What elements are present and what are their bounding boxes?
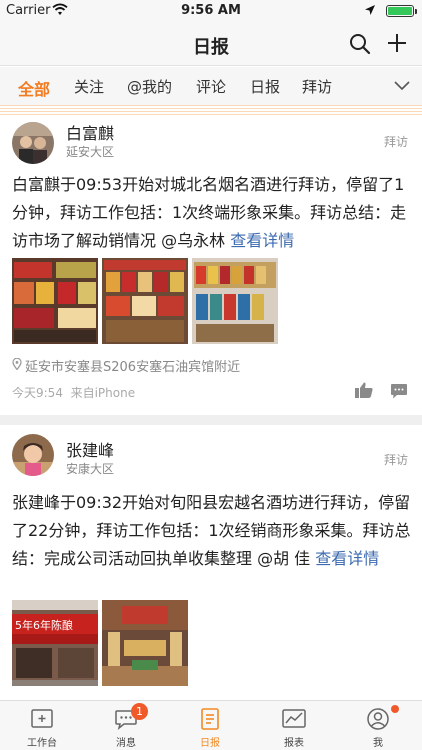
photo-thumbnail[interactable] <box>12 258 98 344</box>
avatar[interactable] <box>12 122 54 164</box>
author-name[interactable]: 张建峰 <box>66 437 114 461</box>
plus-icon[interactable] <box>386 32 408 54</box>
message-badge: 1 <box>131 703 148 720</box>
tab-messages-label: 消息 <box>116 738 136 749</box>
post-text: 张建峰于09:32开始对旬阳县宏越名酒坊进行拜访，停留了22分钟，拜访工作包括：… <box>12 489 412 573</box>
tab-statistics-label: 报表 <box>284 738 304 749</box>
status-time: 9:56 AM <box>181 3 241 18</box>
report-icon <box>201 708 219 730</box>
nav-bar: 日报 <box>0 22 422 66</box>
author-name[interactable]: 白富麒 <box>66 120 114 144</box>
battery-icon <box>386 5 417 17</box>
photo-thumbnail[interactable]: 5年6年陈酿 <box>12 600 98 686</box>
author-region: 延安大区 <box>66 145 115 159</box>
feed-item[interactable]: 张建峰 安康大区 拜访 张建峰于09:32开始对旬阳县宏越名酒坊进行拜访，停留了… <box>0 425 422 700</box>
chevron-down-icon[interactable] <box>394 79 410 91</box>
notification-dot <box>391 705 399 713</box>
tab-messages[interactable]: 1 消息 <box>84 701 168 750</box>
tab-me[interactable]: 我 <box>336 701 420 750</box>
tab-all[interactable]: 全部 <box>18 76 50 100</box>
comment-icon[interactable] <box>390 383 408 399</box>
post-source: 来自iPhone <box>70 386 136 400</box>
tab-daily-report[interactable]: 日报 <box>168 701 252 750</box>
view-details-link[interactable]: 查看详情 <box>230 231 294 250</box>
tab-workbench[interactable]: 工作台 <box>0 701 84 750</box>
tab-me-label: 我 <box>373 738 383 749</box>
thumbs-up-icon[interactable] <box>355 382 373 398</box>
divider-stripes <box>0 105 422 117</box>
location-pin-icon <box>12 358 22 370</box>
search-icon[interactable] <box>348 32 372 56</box>
user-icon <box>367 708 389 730</box>
photo-thumbnail[interactable] <box>192 258 278 344</box>
workbench-icon <box>31 709 53 728</box>
author-region: 安康大区 <box>66 462 115 476</box>
post-content: 白富麒于09:53开始对城北名烟名酒进行拜访，停留了1分钟，拜访工作包括：1次终… <box>12 175 407 250</box>
post-location: 延安市安塞县S206安塞石油宾馆附近 <box>25 360 241 375</box>
status-bar: Carrier 9:56 AM <box>0 0 422 22</box>
photo-thumbnail[interactable] <box>102 600 188 686</box>
tab-daily[interactable]: 日报 <box>250 76 280 97</box>
tab-mentions[interactable]: @我的 <box>127 76 172 97</box>
chart-icon <box>282 709 306 728</box>
view-details-link[interactable]: 查看详情 <box>315 549 379 568</box>
post-time: 今天9:54 <box>12 386 63 400</box>
tab-comments[interactable]: 评论 <box>196 76 226 97</box>
location-arrow-icon <box>365 5 375 15</box>
tab-follow[interactable]: 关注 <box>74 76 104 97</box>
tab-visits[interactable]: 拜访 <box>302 76 332 97</box>
photo-thumbnail[interactable] <box>102 258 188 344</box>
feed-separator <box>0 415 422 425</box>
post-meta: 今天9:54 来自iPhone <box>12 384 135 401</box>
filter-tabs: 全部 关注 @我的 评论 日报 拜访 <box>0 67 422 105</box>
post-type-label: 拜访 <box>383 135 408 149</box>
post-text: 白富麒于09:53开始对城北名烟名酒进行拜访，停留了1分钟，拜访工作包括：1次终… <box>12 171 412 255</box>
tab-workbench-label: 工作台 <box>27 738 57 749</box>
photo-grid <box>12 258 282 344</box>
tab-statistics[interactable]: 报表 <box>252 701 336 750</box>
post-type-label: 拜访 <box>383 453 408 467</box>
avatar[interactable] <box>12 434 54 476</box>
tab-bar: 工作台 1 消息 日报 报表 我 <box>0 700 422 750</box>
photo-grid: 5年6年陈酿 <box>12 600 192 686</box>
tab-daily-report-label: 日报 <box>200 738 220 749</box>
shop-sign-text: 5年6年陈酿 <box>15 618 73 632</box>
feed-item[interactable]: 白富麒 延安大区 拜访 白富麒于09:53开始对城北名烟名酒进行拜访，停留了1分… <box>0 117 422 415</box>
